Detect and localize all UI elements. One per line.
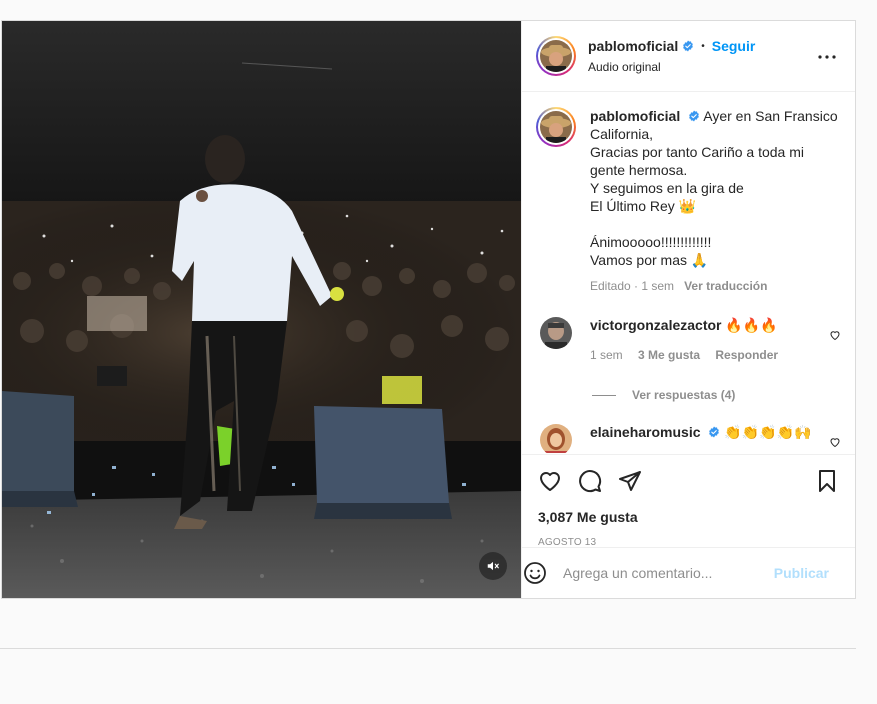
audio-label[interactable]: Audio original [588,60,755,74]
commenter-username[interactable]: elaineharomusic [590,424,701,440]
comment-likes[interactable]: 3 Me gusta [638,348,700,362]
verified-badge-icon [709,426,720,438]
divider [0,648,856,649]
page: pablomoficial • Seguir Audio original pa… [0,0,877,704]
caption: pablomoficial Ayer en San Fransico Calif… [522,93,855,295]
more-options-button[interactable] [817,47,837,67]
story-ring[interactable] [536,36,576,76]
verified-badge-icon [689,110,700,122]
comment-time[interactable]: 1 sem [590,348,623,362]
heart-icon[interactable] [538,469,562,493]
commenter-avatar[interactable] [540,317,572,349]
caption-time[interactable]: 1 sem [641,279,674,293]
mute-button[interactable] [479,552,507,580]
follow-button[interactable]: Seguir [712,38,756,54]
concert-video-frame [2,21,521,598]
caption-line: California, [590,126,654,142]
commenter-avatar[interactable] [540,424,572,453]
comment-heart-icon[interactable] [829,329,841,341]
view-replies-label: Ver respuestas (4) [632,388,736,402]
likes-count[interactable]: 3,087 Me gusta [538,509,839,525]
more-options-icon [818,55,836,59]
edited-label: Editado [590,279,631,293]
post-video[interactable] [2,21,521,598]
caption-line: Vamos por mas 🙏 [590,252,709,268]
caption-line: Y seguimos en la gira de [590,180,744,196]
post-header: pablomoficial • Seguir Audio original [522,21,855,92]
comment-text: 👏👏👏👏🙌 [724,424,812,440]
translate-link[interactable]: Ver traducción [684,279,767,293]
verified-badge-icon [683,40,694,52]
comment-input[interactable] [563,565,763,581]
caption-line: Ánimooooo!!!!!!!!!!!!! [590,234,712,250]
caption-username[interactable]: pablomoficial [590,108,680,124]
author-username[interactable]: pablomoficial [588,38,678,54]
caption-story-ring[interactable] [536,107,576,147]
caption-line: Ayer en San Fransico [703,108,838,124]
caption-meta: Editado · 1 sem Ver traducción [590,279,768,293]
bookmark-icon[interactable] [815,469,839,493]
caption-line: gente hermosa. [590,162,688,178]
emoji-smile-icon[interactable] [523,561,547,585]
comment-heart-icon[interactable] [829,436,841,448]
comment-text: 🔥🔥🔥 [725,317,778,333]
comment-item: victorgonzalezactor 🔥🔥🔥 1 sem 3 Me gusta… [522,317,855,362]
reply-button[interactable]: Responder [715,348,778,362]
comment-bubble-icon[interactable] [578,469,602,493]
publish-button[interactable]: Publicar [774,565,829,581]
add-comment-bar: Publicar [522,547,855,598]
comments-section[interactable]: pablomoficial Ayer en San Fransico Calif… [522,93,855,453]
comment-item: elaineharomusic 👏👏👏👏🙌 [522,424,855,453]
caption-line: El Último Rey 👑 [590,198,697,214]
speaker-muted-icon [487,561,499,571]
action-bar: 3,087 Me gusta AGOSTO 13 [522,454,855,548]
post-card: pablomoficial • Seguir Audio original pa… [1,20,856,599]
separator-dot: • [701,40,705,52]
caption-line: Gracias por tanto Cariño a toda mi [590,144,804,160]
commenter-username[interactable]: victorgonzalezactor [590,317,721,333]
paper-plane-icon[interactable] [618,469,642,493]
post-sidebar: pablomoficial • Seguir Audio original pa… [521,21,855,598]
avatar [540,40,572,72]
view-replies-button[interactable]: Ver respuestas (4) [592,388,855,402]
caption-avatar [540,111,572,143]
